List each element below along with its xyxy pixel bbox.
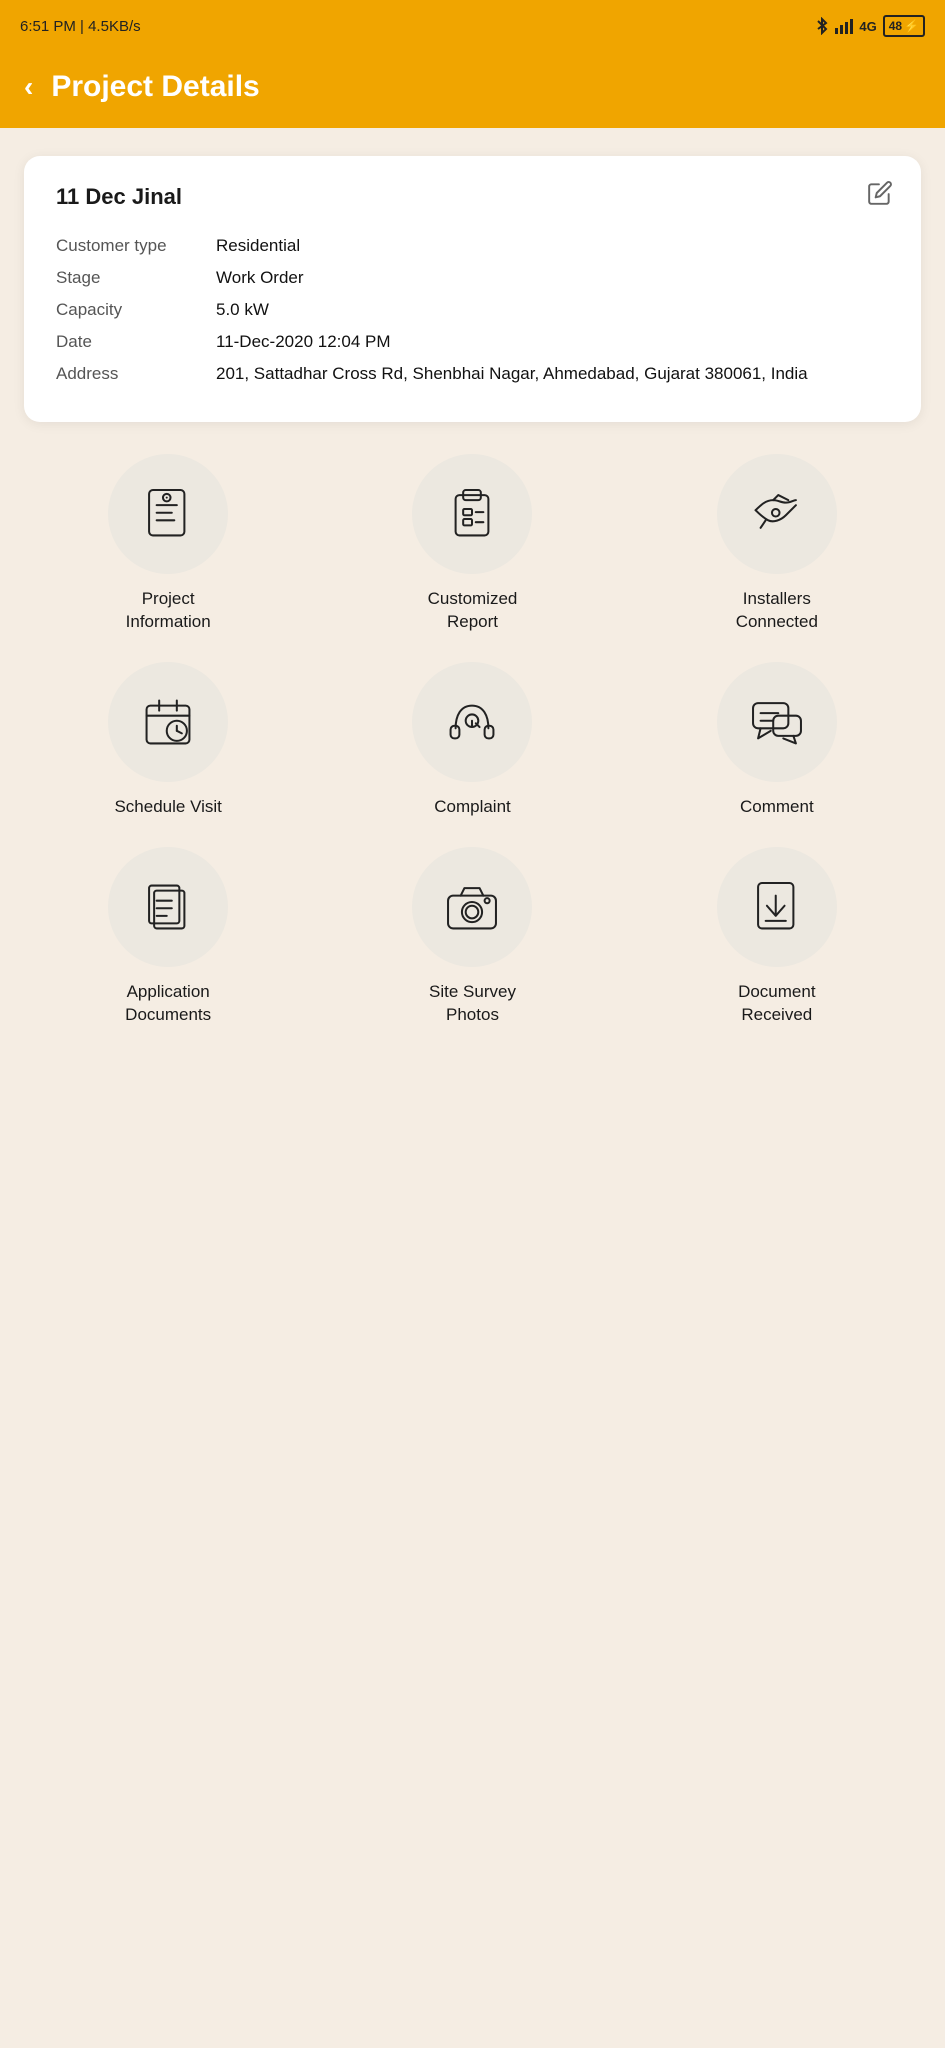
schedule-visit-label: Schedule Visit	[114, 796, 221, 819]
schedule-visit-icon-circle	[108, 662, 228, 782]
battery-level: 48	[889, 19, 902, 33]
customized-report-icon-circle	[412, 454, 532, 574]
header: ‹ Project Details	[0, 52, 945, 128]
installers-connected-icon-circle	[717, 454, 837, 574]
grid-item-installers-connected[interactable]: Installers Connected	[633, 454, 921, 634]
comment-icon	[748, 693, 806, 751]
site-survey-photos-icon-circle	[412, 847, 532, 967]
project-card-title: 11 Dec Jinal	[56, 184, 889, 210]
info-row: Address201, Sattadhar Cross Rd, Shenbhai…	[56, 358, 889, 390]
document-received-icon-circle	[717, 847, 837, 967]
action-grid: Project Information Customized Report In…	[24, 454, 921, 1067]
action-grid-section: Project Information Customized Report In…	[0, 422, 945, 1067]
project-info-table: Customer typeResidentialStageWork OrderC…	[56, 230, 889, 390]
complaint-icon	[443, 693, 501, 751]
grid-item-application-documents[interactable]: Application Documents	[24, 847, 312, 1027]
project-information-icon	[139, 485, 197, 543]
comment-label: Comment	[740, 796, 814, 819]
project-card: 11 Dec Jinal Customer typeResidentialSta…	[24, 156, 921, 422]
customized-report-label: Customized Report	[428, 588, 518, 634]
charging-icon: ⚡	[904, 19, 919, 33]
info-row: Capacity5.0 kW	[56, 294, 889, 326]
grid-item-document-received[interactable]: Document Received	[633, 847, 921, 1027]
back-button[interactable]: ‹	[24, 71, 33, 103]
info-label: Address	[56, 358, 216, 390]
document-received-label: Document Received	[738, 981, 815, 1027]
grid-item-project-information[interactable]: Project Information	[24, 454, 312, 634]
project-information-label: Project Information	[126, 588, 211, 634]
status-bar: 6:51 PM | 4.5KB/s 4G 48 ⚡	[0, 0, 945, 52]
network-type: 4G	[859, 19, 876, 34]
info-value: 201, Sattadhar Cross Rd, Shenbhai Nagar,…	[216, 358, 889, 390]
application-documents-icon	[139, 878, 197, 936]
info-row: Date11-Dec-2020 12:04 PM	[56, 326, 889, 358]
info-label: Stage	[56, 262, 216, 294]
status-left-text: 6:51 PM | 4.5KB/s	[20, 18, 141, 35]
installers-connected-label: Installers Connected	[736, 588, 818, 634]
grid-item-customized-report[interactable]: Customized Report	[328, 454, 616, 634]
status-right: 4G 48 ⚡	[815, 15, 925, 37]
grid-item-site-survey-photos[interactable]: Site Survey Photos	[328, 847, 616, 1027]
info-value: 5.0 kW	[216, 294, 889, 326]
info-label: Date	[56, 326, 216, 358]
document-received-icon	[748, 878, 806, 936]
grid-item-comment[interactable]: Comment	[633, 662, 921, 819]
page-title: Project Details	[51, 70, 259, 104]
project-information-icon-circle	[108, 454, 228, 574]
battery-indicator: 48 ⚡	[883, 15, 925, 37]
info-value: Residential	[216, 230, 889, 262]
customized-report-icon	[443, 485, 501, 543]
grid-item-complaint[interactable]: Complaint	[328, 662, 616, 819]
application-documents-label: Application Documents	[125, 981, 211, 1027]
application-documents-icon-circle	[108, 847, 228, 967]
grid-item-schedule-visit[interactable]: Schedule Visit	[24, 662, 312, 819]
bluetooth-icon	[815, 17, 829, 35]
complaint-label: Complaint	[434, 796, 511, 819]
site-survey-photos-label: Site Survey Photos	[429, 981, 516, 1027]
installers-connected-icon	[748, 485, 806, 543]
info-value: 11-Dec-2020 12:04 PM	[216, 326, 889, 358]
site-survey-photos-icon	[443, 878, 501, 936]
info-row: StageWork Order	[56, 262, 889, 294]
complaint-icon-circle	[412, 662, 532, 782]
signal-icon	[835, 18, 853, 34]
info-row: Customer typeResidential	[56, 230, 889, 262]
comment-icon-circle	[717, 662, 837, 782]
info-value: Work Order	[216, 262, 889, 294]
info-label: Customer type	[56, 230, 216, 262]
edit-button[interactable]	[867, 180, 893, 211]
info-label: Capacity	[56, 294, 216, 326]
schedule-visit-icon	[139, 693, 197, 751]
